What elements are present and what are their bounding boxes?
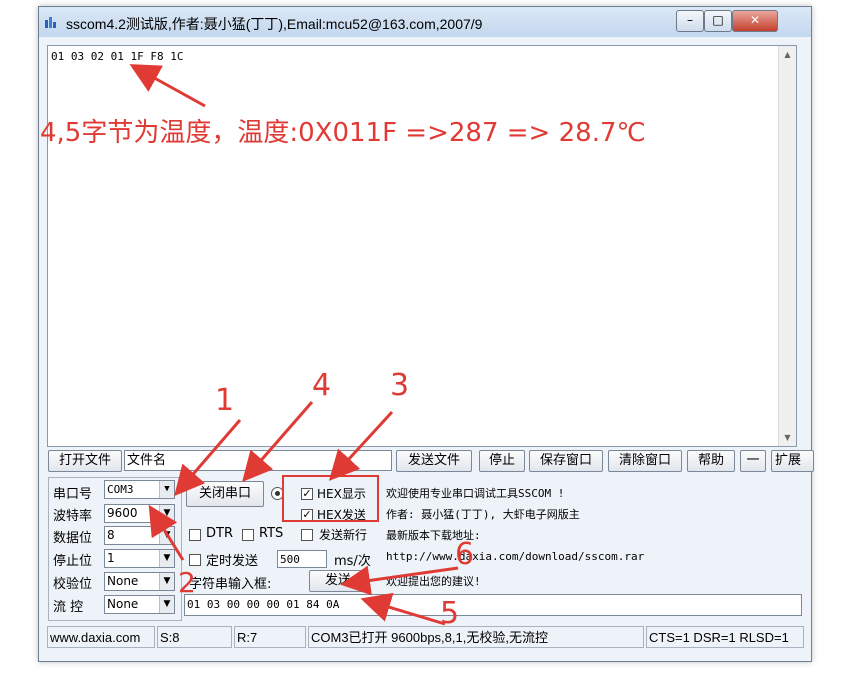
parity-select[interactable]: None ▼ [104,572,175,591]
data-bits-value: 8 [107,528,115,542]
stop-bits-label: 停止位 [53,554,93,569]
annotation-number-4: 4 [312,368,332,403]
scroll-up-icon[interactable]: ▲ [779,46,796,63]
status-site: www.daxia.com [47,626,155,648]
open-file-button[interactable]: 打开文件 [48,450,122,472]
minimize-button[interactable]: – [676,10,704,32]
send-newline-checkbox[interactable] [301,529,313,541]
rts-label: RTS [259,526,284,541]
close-port-button[interactable]: 关闭串口 [186,481,264,507]
input-label: 字符串输入框: [189,577,272,592]
help-button[interactable]: 帮助 [687,450,735,472]
annotation-number-5: 5 [440,596,460,631]
send-file-button[interactable]: 发送文件 [396,450,472,472]
baud-label: 波特率 [53,509,93,524]
flow-control-select[interactable]: None ▼ [104,595,175,614]
maximize-button[interactable]: □ [704,10,732,32]
port-label: 串口号 [53,487,93,502]
hex-options-highlight [282,475,379,522]
status-line-signals: CTS=1 DSR=1 RLSD=1 [646,626,804,648]
send-button[interactable]: 发送 [309,570,367,592]
interval-input[interactable]: 500 [277,550,327,568]
download-link[interactable]: http://www.daxia.com/download/sscom.rar [386,550,644,563]
timed-send-label: 定时发送 [206,554,259,569]
chevron-down-icon[interactable]: ▼ [159,481,174,498]
title-bar[interactable]: sscom4.2测试版,作者:聂小猛(丁丁),Email:mcu52@163.c… [39,7,811,37]
timed-send-checkbox[interactable] [189,554,201,566]
stop-button[interactable]: 停止 [479,450,525,472]
data-bits-select[interactable]: 8 ▼ [104,526,175,545]
window-title: sscom4.2测试版,作者:聂小猛(丁丁),Email:mcu52@163.c… [66,16,483,32]
filename-field[interactable]: 文件名 [124,450,392,471]
send-input[interactable]: 01 03 00 00 00 01 84 0A [184,594,802,616]
save-window-button[interactable]: 保存窗口 [529,450,603,472]
annotation-number-1: 1 [215,383,235,418]
chevron-down-icon[interactable]: ▼ [159,573,174,590]
annotation-number-3: 3 [390,368,410,403]
flow-control-value: None [107,597,139,611]
app-icon [45,17,56,28]
app-window: sscom4.2测试版,作者:聂小猛(丁丁),Email:mcu52@163.c… [38,6,814,662]
chevron-down-icon[interactable]: ▼ [159,505,174,522]
author-text: 作者: 聂小猛(丁丁), 大虾电子网版主 [386,508,580,521]
dtr-label: DTR [206,526,233,541]
vertical-scrollbar[interactable]: ▲ ▼ [778,46,796,446]
clear-window-button[interactable]: 清除窗口 [608,450,682,472]
stop-bits-value: 1 [107,551,115,565]
baud-value: 9600 [107,506,138,520]
interval-unit-label: ms/次 [334,554,371,569]
temperature-annotation: 4,5字节为温度，温度:0X011F =>287 => 28.7℃ [40,118,646,148]
collapse-button[interactable]: 一 [740,450,766,472]
suggestion-text: 欢迎提出您的建议! [386,575,481,588]
data-bits-label: 数据位 [53,531,93,546]
annotation-number-6: 6 [455,537,475,572]
parity-label: 校验位 [53,577,93,592]
status-port-state: COM3已打开 9600bps,8,1,无校验,无流控 [308,626,644,648]
parity-value: None [107,574,139,588]
flow-control-label: 流 控 [53,600,84,615]
scroll-down-icon[interactable]: ▼ [779,429,796,446]
port-select[interactable]: COM3 ▼ [104,480,175,499]
close-button[interactable]: ✕ [732,10,778,32]
annotation-number-2: 2 [178,566,196,599]
send-newline-label: 发送新行 [319,528,368,542]
rts-checkbox[interactable] [242,529,254,541]
expand-button[interactable]: 扩展 [771,450,814,472]
chevron-down-icon[interactable]: ▼ [159,550,174,567]
welcome-text: 欢迎使用专业串口调试工具SSCOM ! [386,487,565,500]
status-bar: www.daxia.com S:8 R:7 COM3已打开 9600bps,8,… [47,626,804,648]
baud-select[interactable]: 9600 ▼ [104,504,175,523]
received-data: 01 03 02 01 1F F8 1C [51,50,184,63]
port-value: COM3 [107,483,134,496]
chevron-down-icon[interactable]: ▼ [159,527,174,544]
status-received: R:7 [234,626,306,648]
dtr-checkbox[interactable] [189,529,201,541]
receive-area[interactable]: 01 03 02 01 1F F8 1C ▲ ▼ [47,45,797,447]
status-sent: S:8 [157,626,232,648]
chevron-down-icon[interactable]: ▼ [159,596,174,613]
stop-bits-select[interactable]: 1 ▼ [104,549,175,568]
